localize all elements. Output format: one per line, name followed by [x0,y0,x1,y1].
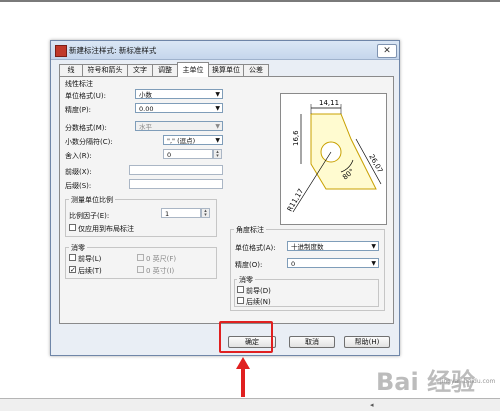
dimension-preview: 14,11 16,6 26,07 80° R11,17 [280,93,387,225]
layout-only-label: 仅应用到布局标注 [78,225,134,233]
feet-zero-label: 0 英尺(F) [146,255,177,263]
measurement-scale-title: 测量单位比例 [69,195,115,205]
round-off-label: 舍入(R): [65,152,92,160]
tab-lines[interactable]: 线 [59,64,83,76]
leading-zero-checkbox[interactable] [69,254,76,261]
preview-drawing: 14,11 16,6 26,07 80° R11,17 [286,99,384,213]
layout-only-checkbox[interactable] [69,224,76,231]
scale-factor-spinner-icon[interactable]: ▴ ▾ [201,208,210,218]
prefix-input[interactable] [129,165,223,175]
angular-unit-format-select[interactable]: 十进制度数 ▼ [287,241,379,251]
app-icon [55,45,67,57]
trailing-zero-checkbox[interactable]: ✓ [69,266,76,274]
angular-trailing-zero-checkbox[interactable] [237,297,244,304]
fraction-format-select: 水平 ▼ [135,121,223,131]
precision-label: 精度(P): [65,106,92,114]
angular-precision-select[interactable]: 0 ▼ [287,258,379,268]
unit-format-select[interactable]: 小数 ▼ [135,89,223,99]
decimal-separator-select[interactable]: "," (逗点) ▼ [163,135,223,145]
cancel-button[interactable]: 取消 [289,336,335,348]
preview-dim-top: 14,11 [319,99,339,107]
tab-fit[interactable]: 调整 [152,64,178,76]
watermark-url: jingyan.baidu.com [440,378,496,385]
title-bar: 新建标注样式: 新标准样式 ✕ [51,41,399,60]
angular-dimensions-title: 角度标注 [234,225,266,235]
close-icon: ✕ [383,46,391,56]
status-bar: ◂ [0,398,500,411]
feet-zero-checkbox [137,254,144,261]
chevron-down-icon: ▼ [371,243,376,250]
chevron-down-icon: ▼ [215,91,220,98]
preview-dim-left: 16,6 [292,130,300,146]
tab-alternate-units[interactable]: 换算单位 [208,64,244,76]
scroll-left-icon[interactable]: ◂ [370,401,374,409]
chevron-down-icon: ▼ [215,123,220,130]
unit-format-label: 单位格式(U): [65,92,106,100]
angular-leading-zero-label: 前导(D) [246,287,271,295]
angular-precision-label: 精度(O): [235,261,263,269]
suffix-input[interactable] [129,179,223,189]
help-button[interactable]: 帮助(H) [344,336,390,348]
dialog-title: 新建标注样式: 新标准样式 [69,46,157,55]
leading-zero-label: 前导(L) [78,255,102,263]
inches-zero-label: 0 英寸(I) [146,267,175,275]
ok-highlight-box [219,321,273,353]
zero-suppression-angular-title: 消零 [237,275,255,285]
linear-dimensions-title: 线性标注 [65,80,93,88]
round-off-spinner-icon[interactable]: ▴ ▾ [213,149,222,159]
check-icon: ✓ [70,266,76,274]
close-button[interactable]: ✕ [377,44,397,58]
fraction-format-label: 分数格式(M): [65,124,107,132]
scale-factor-input[interactable]: 1 [161,208,201,218]
tab-symbols-arrows[interactable]: 符号和箭头 [82,64,128,76]
zero-suppression-linear-title: 消零 [69,243,87,253]
chevron-down-icon: ▼ [215,137,220,144]
dimension-style-dialog: 新建标注样式: 新标准样式 ✕ 线 符号和箭头 文字 调整 主单位 换算单位 公… [50,40,400,356]
red-arrow-icon [236,357,250,397]
decimal-separator-label: 小数分隔符(C): [65,138,113,146]
angular-unit-format-label: 单位格式(A): [235,244,276,252]
chevron-down-icon: ▼ [371,260,376,267]
tab-primary-units[interactable]: 主单位 [177,62,209,77]
inches-zero-checkbox [137,266,144,273]
angular-leading-zero-checkbox[interactable] [237,286,244,293]
preview-dim-radius: R11,17 [286,187,305,213]
top-border [0,0,500,2]
scale-factor-label: 比例因子(E): [69,212,110,220]
precision-select[interactable]: 0.00 ▼ [135,103,223,113]
prefix-label: 前缀(X): [65,168,92,176]
chevron-down-icon: ▼ [215,105,220,112]
trailing-zero-label: 后续(T) [78,267,102,275]
tab-tolerances[interactable]: 公差 [243,64,269,76]
tab-text[interactable]: 文字 [127,64,153,76]
round-off-input[interactable]: 0 [163,149,213,159]
suffix-label: 后缀(S): [65,182,92,190]
angular-trailing-zero-label: 后续(N) [246,298,271,306]
